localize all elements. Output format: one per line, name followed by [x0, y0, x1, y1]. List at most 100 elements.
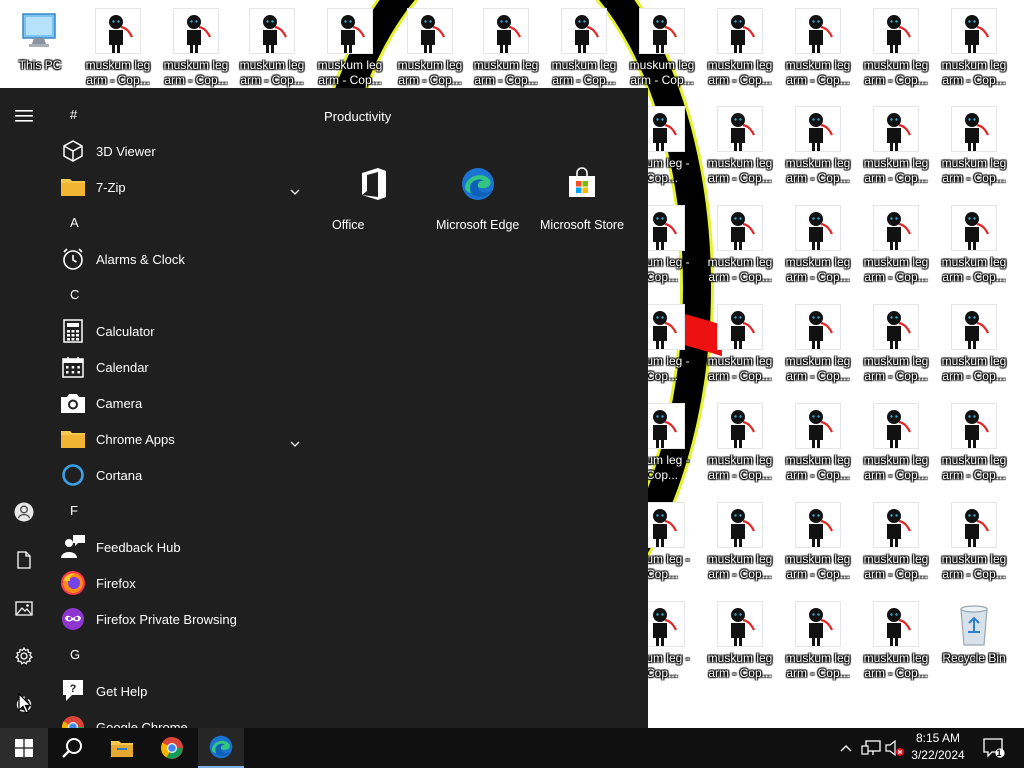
app-name: Feedback Hub	[96, 539, 181, 555]
image-file-shortcut[interactable]: muskum leg arm - Cop...	[858, 106, 934, 202]
tile-microsoft-store[interactable]: Microsoft Store	[532, 137, 632, 237]
stick-figure-thumbnail-icon	[873, 8, 919, 54]
app-list[interactable]: #3D Viewer 7-Zip A Alarms & Clock C Calculato…	[48, 88, 310, 728]
svg-text:?: ?	[70, 683, 77, 695]
search-icon[interactable]	[48, 728, 96, 768]
image-file-shortcut[interactable]: muskum leg arm - Cop...	[780, 403, 856, 499]
app-name: Cortana	[96, 467, 143, 483]
user-account-icon[interactable]	[0, 488, 48, 536]
image-file-shortcut[interactable]: muskum leg arm - Cop...	[858, 205, 934, 301]
image-file-shortcut[interactable]: muskum leg arm - Cop...	[702, 106, 778, 202]
image-file-shortcut[interactable]: muskum leg arm - Cop...	[936, 403, 1012, 499]
image-file-shortcut[interactable]: muskum leg arm - Cop...	[936, 205, 1012, 301]
stick-figure-thumbnail-icon	[873, 502, 919, 548]
image-file-shortcut[interactable]: muskum leg arm - Cop...	[702, 205, 778, 301]
image-file-shortcut[interactable]: muskum leg arm - Cop...	[780, 502, 856, 598]
image-file-shortcut[interactable]: muskum leg arm - Cop...	[780, 8, 856, 104]
notification-center-icon[interactable]: 1	[982, 738, 1006, 758]
firefox-icon	[60, 570, 86, 596]
chevron-down-icon[interactable]	[290, 434, 300, 452]
stick-figure-thumbnail-icon	[795, 601, 841, 647]
notification-count-badge: 1	[996, 748, 1002, 758]
stick-figure-thumbnail-icon	[327, 8, 373, 54]
recycle-bin-shortcut[interactable]: Recycle Bin	[936, 601, 1012, 697]
app-item[interactable]: Google Chrome	[60, 709, 308, 728]
app-item[interactable]: Chrome Apps	[60, 421, 308, 457]
file-explorer-icon[interactable]	[98, 728, 146, 768]
app-item[interactable]: 3D Viewer	[60, 133, 308, 169]
image-file-shortcut[interactable]: muskum leg arm - Cop...	[858, 403, 934, 499]
image-file-shortcut[interactable]: muskum leg arm - Cop...	[780, 106, 856, 202]
image-file-shortcut[interactable]: muskum leg arm - Cop...	[702, 502, 778, 598]
chevron-down-icon[interactable]	[290, 182, 300, 200]
chevron-up-icon[interactable]	[838, 738, 854, 758]
feedback-person-icon	[60, 534, 86, 560]
image-file-shortcut[interactable]: muskum leg arm - Cop...	[702, 601, 778, 697]
hamburger-menu-icon[interactable]	[0, 92, 48, 140]
app-item[interactable]: Alarms & Clock	[60, 241, 308, 277]
section-letter[interactable]: A	[70, 205, 100, 241]
stick-figure-thumbnail-icon	[873, 601, 919, 647]
image-file-shortcut[interactable]: muskum leg arm - Cop...	[936, 106, 1012, 202]
image-file-shortcut[interactable]: muskum leg arm - Cop...	[780, 304, 856, 400]
image-file-shortcut[interactable]: muskum leg arm - Cop...	[858, 502, 934, 598]
calculator-icon	[60, 318, 86, 344]
stick-figure-thumbnail-icon	[717, 106, 763, 152]
windows-start-icon[interactable]	[0, 728, 48, 768]
tile-office[interactable]: Office	[324, 137, 424, 237]
stick-figure-thumbnail-icon	[795, 205, 841, 251]
desktop-icon-label: muskum leg arm - Cop...	[785, 453, 851, 482]
section-letter[interactable]: #	[70, 97, 100, 133]
desktop-icon-label: muskum leg arm - Cop...	[785, 156, 851, 185]
clock[interactable]: 8:15 AM 3/22/2024	[900, 730, 976, 766]
app-item[interactable]: Calculator	[60, 313, 308, 349]
documents-icon[interactable]	[0, 536, 48, 584]
image-file-shortcut[interactable]: muskum leg arm - Cop...	[702, 304, 778, 400]
image-file-shortcut[interactable]: muskum leg arm - Cop...	[936, 304, 1012, 400]
app-name: Firefox	[96, 575, 136, 591]
desktop-icon-label: muskum leg arm - Cop...	[863, 255, 929, 284]
stick-figure-thumbnail-icon	[873, 205, 919, 251]
store-bag-icon	[532, 167, 632, 199]
section-letter[interactable]: C	[70, 277, 100, 313]
app-item[interactable]: ? Get Help	[60, 673, 308, 709]
image-file-shortcut[interactable]: muskum leg arm - Cop...	[858, 601, 934, 697]
stick-figure-thumbnail-icon	[717, 502, 763, 548]
desktop-icon-label: This PC	[18, 58, 62, 72]
network-icon[interactable]	[860, 738, 882, 758]
image-file-shortcut[interactable]: muskum leg arm - Cop...	[702, 403, 778, 499]
chrome-icon[interactable]	[148, 728, 196, 768]
section-letter[interactable]: F	[70, 493, 100, 529]
stick-figure-thumbnail-icon	[795, 502, 841, 548]
stick-figure-thumbnail-icon	[795, 403, 841, 449]
tile-microsoft-edge[interactable]: Microsoft Edge	[428, 137, 528, 237]
app-item[interactable]: Feedback Hub	[60, 529, 308, 565]
app-item[interactable]: Cortana	[60, 457, 308, 493]
image-file-shortcut[interactable]: muskum leg arm - Cop...	[780, 601, 856, 697]
app-name: 7-Zip	[96, 179, 126, 195]
tile-label: Microsoft Edge	[436, 218, 520, 232]
stick-figure-thumbnail-icon	[639, 8, 685, 54]
image-file-shortcut[interactable]: muskum leg arm - Cop...	[936, 502, 1012, 598]
desktop-icon-label: muskum leg arm - Cop...	[163, 58, 229, 87]
app-item[interactable]: Firefox Private Browsing	[60, 601, 308, 637]
pictures-icon[interactable]	[0, 584, 48, 632]
settings-gear-icon[interactable]	[0, 632, 48, 680]
app-item[interactable]: Calendar	[60, 349, 308, 385]
chrome-icon	[60, 714, 86, 728]
image-file-shortcut[interactable]: muskum leg arm - Cop...	[858, 8, 934, 104]
image-file-shortcut[interactable]: muskum leg arm - Cop...	[702, 8, 778, 104]
edge-icon[interactable]	[198, 728, 244, 768]
image-file-shortcut[interactable]: muskum leg arm - Cop...	[780, 205, 856, 301]
stick-figure-thumbnail-icon	[951, 304, 997, 350]
desktop-icon-label: muskum leg arm - Cop...	[85, 58, 151, 87]
section-letter[interactable]: G	[70, 637, 100, 673]
desktop-icon-label: muskum leg arm - Cop...	[863, 552, 929, 581]
app-item[interactable]: Camera	[60, 385, 308, 421]
app-item[interactable]: 7-Zip	[60, 169, 308, 205]
desktop-icon-label: muskum leg arm - Cop...	[707, 156, 773, 185]
image-file-shortcut[interactable]: muskum leg arm - Cop...	[858, 304, 934, 400]
app-item[interactable]: Firefox	[60, 565, 308, 601]
image-file-shortcut[interactable]: muskum leg arm - Cop...	[936, 8, 1012, 104]
desktop-icon-label: muskum leg arm - Cop...	[941, 552, 1007, 581]
